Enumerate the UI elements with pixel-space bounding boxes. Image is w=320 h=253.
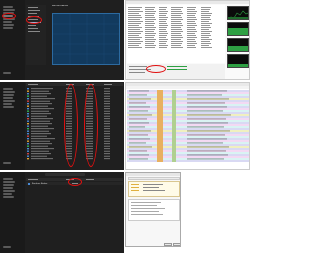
- task-manager-performance-window: Performance: [0, 0, 124, 80]
- graph-panel-4: [227, 54, 249, 68]
- highlight-circle: [84, 84, 98, 167]
- sidebar-item[interactable]: [3, 184, 14, 186]
- sidebar-item[interactable]: [3, 190, 15, 192]
- properties-dialog: [125, 172, 181, 247]
- perf-left-list: [26, 5, 46, 65]
- sidebar-item[interactable]: [3, 88, 13, 90]
- process-table: [127, 5, 225, 63]
- sidebar-item[interactable]: [3, 103, 12, 105]
- ok-button[interactable]: [164, 243, 172, 246]
- process-header: [26, 83, 123, 86]
- highlight-circle: [64, 84, 78, 167]
- sidebar-item[interactable]: [3, 6, 13, 8]
- sidebar-item[interactable]: [3, 100, 15, 102]
- process-explorer-window: [125, 82, 250, 170]
- task-manager-processes-window: [0, 82, 124, 170]
- graph-panel-2: [227, 22, 249, 36]
- app-icon: [28, 182, 30, 185]
- detail-panel: [128, 199, 180, 221]
- summary-area: [127, 64, 225, 79]
- sidebar: [0, 172, 25, 253]
- sidebar: [0, 82, 25, 170]
- graph-panel-3: [227, 38, 249, 52]
- sidebar-item[interactable]: [3, 106, 14, 108]
- sidebar-item[interactable]: [3, 178, 13, 180]
- cancel-button[interactable]: [173, 243, 180, 246]
- sidebar-item[interactable]: [3, 196, 14, 198]
- highlight-circle: [26, 16, 42, 24]
- sidebar-item[interactable]: [3, 21, 12, 23]
- search-bar[interactable]: [45, 173, 85, 176]
- chart-grid: [53, 14, 119, 64]
- sidebar-item[interactable]: [3, 72, 11, 74]
- graph-panel-1: [227, 6, 249, 20]
- sidebar-item[interactable]: [3, 91, 15, 93]
- resource-monitor-window: [125, 0, 250, 80]
- network-chart: [52, 13, 120, 65]
- task-manager-filtered-window: Runtime Broker: [0, 172, 124, 253]
- table-lines: [128, 7, 212, 48]
- sidebar-item[interactable]: [3, 187, 13, 189]
- sidebar-item[interactable]: [3, 246, 11, 248]
- toolbar: [126, 86, 249, 89]
- sidebar-item[interactable]: [3, 193, 12, 195]
- colored-table: [127, 90, 249, 168]
- tab-strip[interactable]: [128, 177, 180, 180]
- sidebar-item[interactable]: [3, 94, 14, 96]
- sidebar-item[interactable]: [3, 24, 14, 26]
- sidebar: [0, 0, 25, 80]
- sidebar-item[interactable]: [3, 27, 13, 29]
- colored-rows: [127, 90, 249, 162]
- perf-chart-title: Performance: [52, 5, 92, 9]
- sidebar-item[interactable]: [3, 162, 11, 164]
- highlight-circle: [146, 65, 166, 73]
- process-name: Runtime Broker: [32, 182, 48, 185]
- page-title: Performance: [52, 5, 68, 7]
- sidebar-item[interactable]: [3, 97, 13, 99]
- highlight-circle: [68, 178, 82, 186]
- titlebar: [126, 1, 249, 4]
- highlight-circle: [2, 13, 16, 19]
- sidebar-item[interactable]: [3, 181, 15, 183]
- info-panel: [128, 181, 180, 197]
- titlebar: [126, 173, 180, 176]
- sidebar-item[interactable]: [3, 9, 15, 11]
